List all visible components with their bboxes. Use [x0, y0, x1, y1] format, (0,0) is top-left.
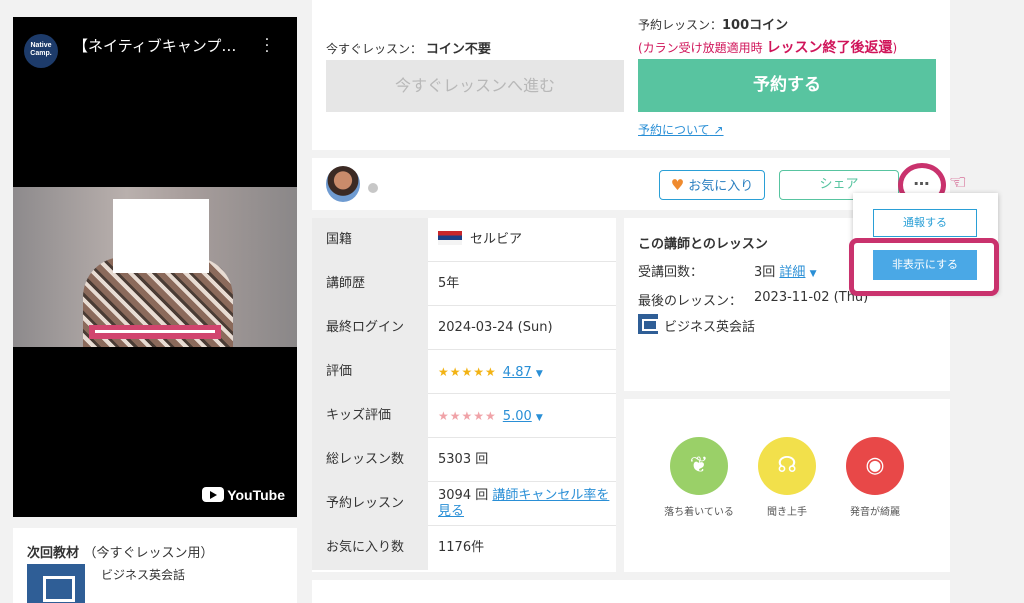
pointing-hand-icon: ☜ [949, 170, 967, 194]
instant-lesson-price: コイン不要 [425, 42, 491, 57]
badge-label: 聞き上手 [767, 507, 807, 518]
status-indicator [368, 183, 378, 193]
nationality-text: セルビア [470, 232, 523, 247]
booking-card: 今すぐレッスン： コイン不要 今すぐレッスンへ進む 予約レッスン：100コイン … [312, 0, 950, 150]
kids-rating-label: キッズ評価 [312, 394, 428, 438]
more-options-dropdown: 通報する 非表示にする [849, 193, 999, 296]
briefcase-icon [638, 314, 658, 334]
next-material-subheading: （今すぐレッスン用） [83, 546, 214, 561]
nationality-value: セルビア [438, 218, 612, 262]
next-material-heading: 次回教材 [27, 546, 80, 561]
total-lessons-value: 5303 回 [438, 452, 489, 467]
refund-note-prefix: (カラン受け放題適用時 [638, 41, 763, 55]
table-row: 最終ログイン 2024-03-24 (Sun) [312, 306, 616, 350]
nationality-label: 国籍 [312, 218, 428, 262]
table-row: 評価 ★★★★★ 4.87 ▼ [312, 350, 616, 394]
kids-star-rating-icon: ★★★★★ [438, 409, 497, 423]
instant-lesson-cost: 今すぐレッスン： コイン不要 [326, 38, 491, 57]
total-lessons-label: 総レッスン数 [312, 438, 428, 482]
avatar[interactable] [326, 166, 360, 202]
badge-label: 発音が綺麗 [850, 507, 900, 518]
sprout-icon: ❦ [670, 437, 728, 495]
name-redaction [89, 325, 221, 339]
lesson-course-name: ビジネス英会話 [664, 320, 756, 335]
reserve-lesson-price: 100コイン [722, 18, 789, 33]
video-title[interactable]: 【ネイティブキャンプ… [73, 35, 263, 56]
face-mask [113, 199, 209, 273]
heart-icon: ♥ [670, 176, 685, 194]
teacher-info-table: 国籍 セルビア 講師歴 5年 最終ログイン 2024-03-24 (Sun) 評… [312, 218, 616, 572]
next-material-title: 次回教材 （今すぐレッスン用） [27, 542, 214, 561]
table-row: キッズ評価 ★★★★★ 5.00 ▼ [312, 394, 616, 438]
table-row: 予約レッスン 3094 回 講師キャンセル率を見る [312, 482, 616, 526]
caret-down-icon[interactable]: ▼ [536, 369, 543, 379]
lesson-count-label: 受講回数： [638, 265, 704, 280]
external-link-icon: ↗ [713, 123, 724, 137]
briefcase-icon [27, 564, 85, 603]
badge-calm: ❦ 落ち着いている [654, 437, 744, 518]
caret-down-icon[interactable]: ▼ [810, 269, 817, 279]
kids-rating-value: ★★★★★ 5.00 ▼ [438, 394, 612, 438]
favorite-button-label: お気に入り [688, 179, 754, 194]
lesson-count-value: 3回 詳細 ▼ [754, 261, 817, 280]
last-login-label: 最終ログイン [312, 306, 428, 350]
rating-label: 評価 [312, 350, 428, 394]
instant-lesson-button[interactable]: 今すぐレッスンへ進む [326, 60, 624, 112]
table-row: 国籍 セルビア [312, 218, 616, 262]
rating-value: ★★★★★ 4.87 ▼ [438, 350, 612, 394]
badge-label: 落ち着いている [664, 507, 734, 518]
youtube-play-icon [202, 487, 225, 502]
video-player[interactable]: Native Camp. 【ネイティブキャンプ… · · · YouTube [13, 17, 297, 517]
video-frame[interactable] [13, 187, 297, 347]
teacher-badges-card: ❦ 落ち着いている ☊ 聞き上手 ◉ 発音が綺麗 [624, 399, 950, 572]
caret-down-icon[interactable]: ▼ [536, 413, 543, 423]
table-row: お気に入り数 1176件 [312, 526, 616, 570]
reserve-lesson-cost: 予約レッスン：100コイン [638, 14, 788, 33]
youtube-brand-text: YouTube [227, 487, 285, 503]
favorites-count-value: 1176件 [438, 540, 485, 555]
reserve-button[interactable]: 予約する [638, 59, 936, 112]
reserved-lessons-label: 予約レッスン [312, 482, 428, 526]
refund-note-bold: レッスン終了後返還 [766, 40, 893, 56]
favorite-button[interactable]: ♥ お気に入り [659, 170, 765, 200]
instant-lesson-label: 今すぐレッスン： [326, 42, 423, 56]
hide-teacher-button[interactable]: 非表示にする [873, 250, 977, 280]
reserved-lessons-count: 3094 回 [438, 488, 489, 503]
badge-good-listener: ☊ 聞き上手 [742, 437, 832, 518]
lips-icon: ◉ [846, 437, 904, 495]
table-row: 総レッスン数 5303 回 [312, 438, 616, 482]
refund-note-suffix: ) [892, 41, 898, 55]
experience-label: 講師歴 [312, 262, 428, 306]
serbia-flag-icon [438, 231, 462, 245]
lesson-detail-link[interactable]: 詳細 [779, 265, 805, 280]
about-reservation-text: 予約について [638, 123, 710, 137]
kids-rating-link[interactable]: 5.00 [503, 409, 532, 424]
last-login-value: 2024-03-24 (Sun) [438, 320, 553, 335]
about-reservation-link[interactable]: 予約について ↗ [638, 121, 724, 138]
report-button[interactable]: 通報する [873, 209, 977, 237]
ear-icon: ☊ [758, 437, 816, 495]
channel-logo[interactable]: Native Camp. [24, 34, 58, 68]
experience-value: 5年 [438, 276, 460, 291]
reserve-refund-note: (カラン受け放題適用時 レッスン終了後返還) [638, 37, 897, 57]
next-material-course[interactable]: ビジネス英会話 [101, 566, 185, 583]
badge-clear-pronunciation: ◉ 発音が綺麗 [830, 437, 920, 518]
last-lesson-label: 最後のレッスン： [638, 294, 743, 309]
bottom-section [312, 580, 950, 603]
reserve-lesson-label: 予約レッスン： [638, 18, 723, 32]
star-rating-icon: ★★★★★ [438, 365, 497, 379]
reserved-lessons-value: 3094 回 講師キャンセル率を見る [438, 482, 612, 526]
rating-link[interactable]: 4.87 [503, 365, 532, 380]
favorites-count-label: お気に入り数 [312, 526, 428, 570]
table-row: 講師歴 5年 [312, 262, 616, 306]
lesson-count-number: 3回 [754, 265, 776, 280]
video-menu-icon[interactable]: · · · [263, 33, 271, 59]
youtube-logo[interactable]: YouTube [202, 487, 285, 503]
lesson-history-title: この講師とのレッスン [638, 237, 768, 252]
next-material-card: 次回教材 （今すぐレッスン用） ビジネス英会話 [13, 528, 297, 603]
